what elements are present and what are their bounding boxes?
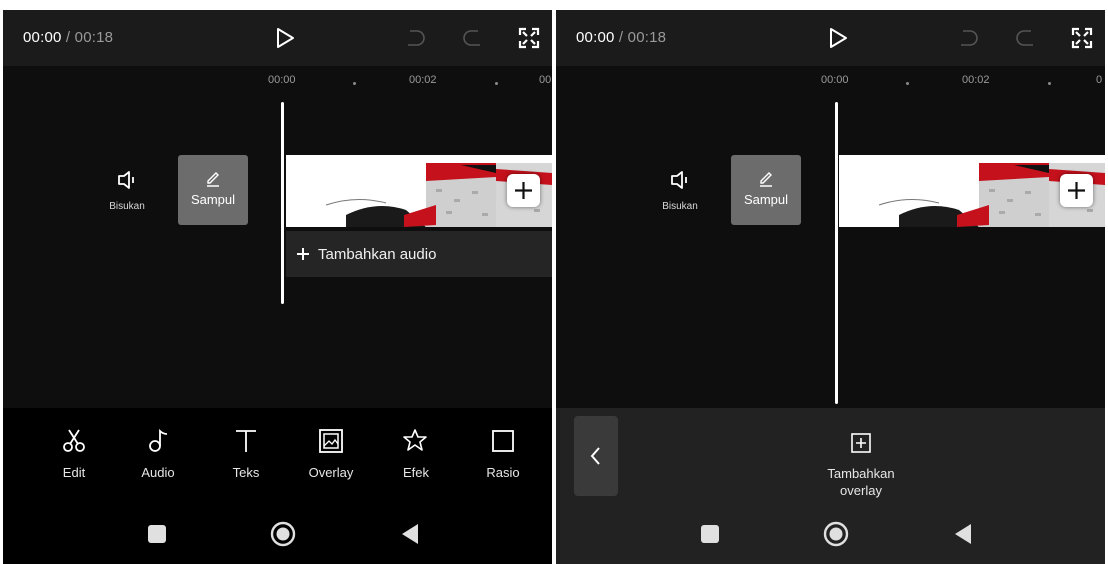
main-toolbar: Edit Audio Teks Overlay Efek Rasio [3, 408, 552, 504]
music-note-icon [149, 428, 168, 452]
tool-effect[interactable]: Efek [381, 428, 451, 480]
editor-screen-overlay: 00:00 / 00:18 00:00 00:02 0 Bisukan Samp… [556, 10, 1105, 564]
total-time: / 00:18 [614, 29, 667, 46]
play-icon[interactable] [827, 27, 849, 49]
cover-label: Sampul [190, 192, 236, 207]
play-icon[interactable] [274, 27, 296, 49]
ruler-label: 00:00 [268, 74, 296, 86]
system-nav-bar [556, 504, 1105, 564]
pencil-icon [207, 172, 219, 187]
plus-icon [1068, 182, 1085, 199]
undo-icon[interactable] [957, 28, 979, 50]
add-overlay-label-line1: Tambahkan [827, 466, 895, 481]
tool-label: Rasio [486, 465, 520, 480]
add-audio-label: Tambahkan audio [318, 246, 437, 263]
top-bar: 00:00 / 00:18 [3, 10, 552, 66]
tool-text[interactable]: Teks [211, 428, 281, 480]
tool-label: Overlay [308, 465, 354, 480]
effect-star-icon [403, 429, 427, 451]
redo-icon[interactable] [462, 28, 484, 50]
add-overlay-icon [851, 433, 871, 453]
playhead[interactable] [281, 102, 284, 304]
redo-icon[interactable] [1015, 28, 1037, 50]
ruler-dot [906, 82, 909, 85]
overlay-icon [319, 429, 343, 453]
cover-button[interactable]: Sampul [178, 155, 248, 225]
tool-label: Teks [232, 465, 260, 480]
chevron-left-icon [590, 447, 600, 465]
plus-icon [297, 248, 309, 260]
undo-icon[interactable] [404, 28, 426, 50]
total-time: / 00:18 [61, 29, 114, 46]
ruler-label: 00:00 [821, 74, 849, 86]
current-time: 00:00 [23, 29, 62, 46]
tool-audio[interactable]: Audio [123, 428, 193, 480]
ratio-square-icon [492, 430, 514, 452]
tool-edit[interactable]: Edit [39, 428, 109, 480]
home-circle-icon[interactable] [270, 521, 296, 547]
mute-label: Bisukan [662, 201, 698, 212]
pencil-icon [760, 172, 772, 187]
tool-label: Edit [62, 465, 86, 480]
add-audio-button[interactable]: Tambahkan audio [286, 231, 552, 277]
editor-screen-main: 00:00 / 00:18 00:00 00:02 00 Bisukan Sam… [3, 10, 552, 564]
mute-button[interactable]: Bisukan [97, 170, 157, 212]
speaker-icon [671, 171, 687, 189]
ruler-label: 00:02 [409, 74, 437, 86]
time-display: 00:00 / 00:18 [576, 29, 666, 46]
add-clip-button[interactable] [507, 174, 540, 207]
add-overlay-label-line2: overlay [840, 483, 882, 498]
mute-label: Bisukan [109, 201, 145, 212]
overlay-toolbar: Tambahkan overlay [556, 408, 1105, 504]
playhead[interactable] [835, 102, 838, 404]
back-triangle-icon[interactable] [953, 523, 973, 545]
cover-label: Sampul [743, 192, 789, 207]
tool-ratio[interactable]: Rasio [468, 428, 538, 480]
text-icon [236, 430, 256, 452]
home-circle-icon[interactable] [823, 521, 849, 547]
scissors-icon [63, 429, 85, 452]
plus-icon [515, 182, 532, 199]
speaker-icon [118, 171, 134, 189]
ruler-label: 00 [539, 74, 552, 86]
ruler-dot [1048, 82, 1051, 85]
add-clip-button[interactable] [1060, 174, 1093, 207]
cover-button[interactable]: Sampul [731, 155, 801, 225]
ruler-label: 0 [1096, 74, 1103, 86]
current-time: 00:00 [576, 29, 615, 46]
ruler-label: 00:02 [962, 74, 990, 86]
mute-button[interactable]: Bisukan [650, 170, 710, 212]
tool-overlay[interactable]: Overlay [296, 428, 366, 480]
back-button[interactable] [574, 416, 618, 496]
time-display: 00:00 / 00:18 [23, 29, 113, 46]
top-bar: 00:00 / 00:18 [556, 10, 1105, 66]
tool-label: Efek [402, 465, 429, 480]
recents-square-icon[interactable] [147, 524, 167, 544]
back-triangle-icon[interactable] [400, 523, 420, 545]
ruler-dot [495, 82, 498, 85]
ruler-dot [353, 82, 356, 85]
system-nav-bar [3, 504, 552, 564]
fullscreen-icon[interactable] [517, 26, 541, 50]
fullscreen-icon[interactable] [1070, 26, 1094, 50]
add-overlay-label: Tambahkan overlay [806, 465, 916, 499]
tool-label: Audio [141, 465, 175, 480]
add-overlay-button[interactable]: Tambahkan overlay [806, 432, 916, 499]
recents-square-icon[interactable] [700, 524, 720, 544]
